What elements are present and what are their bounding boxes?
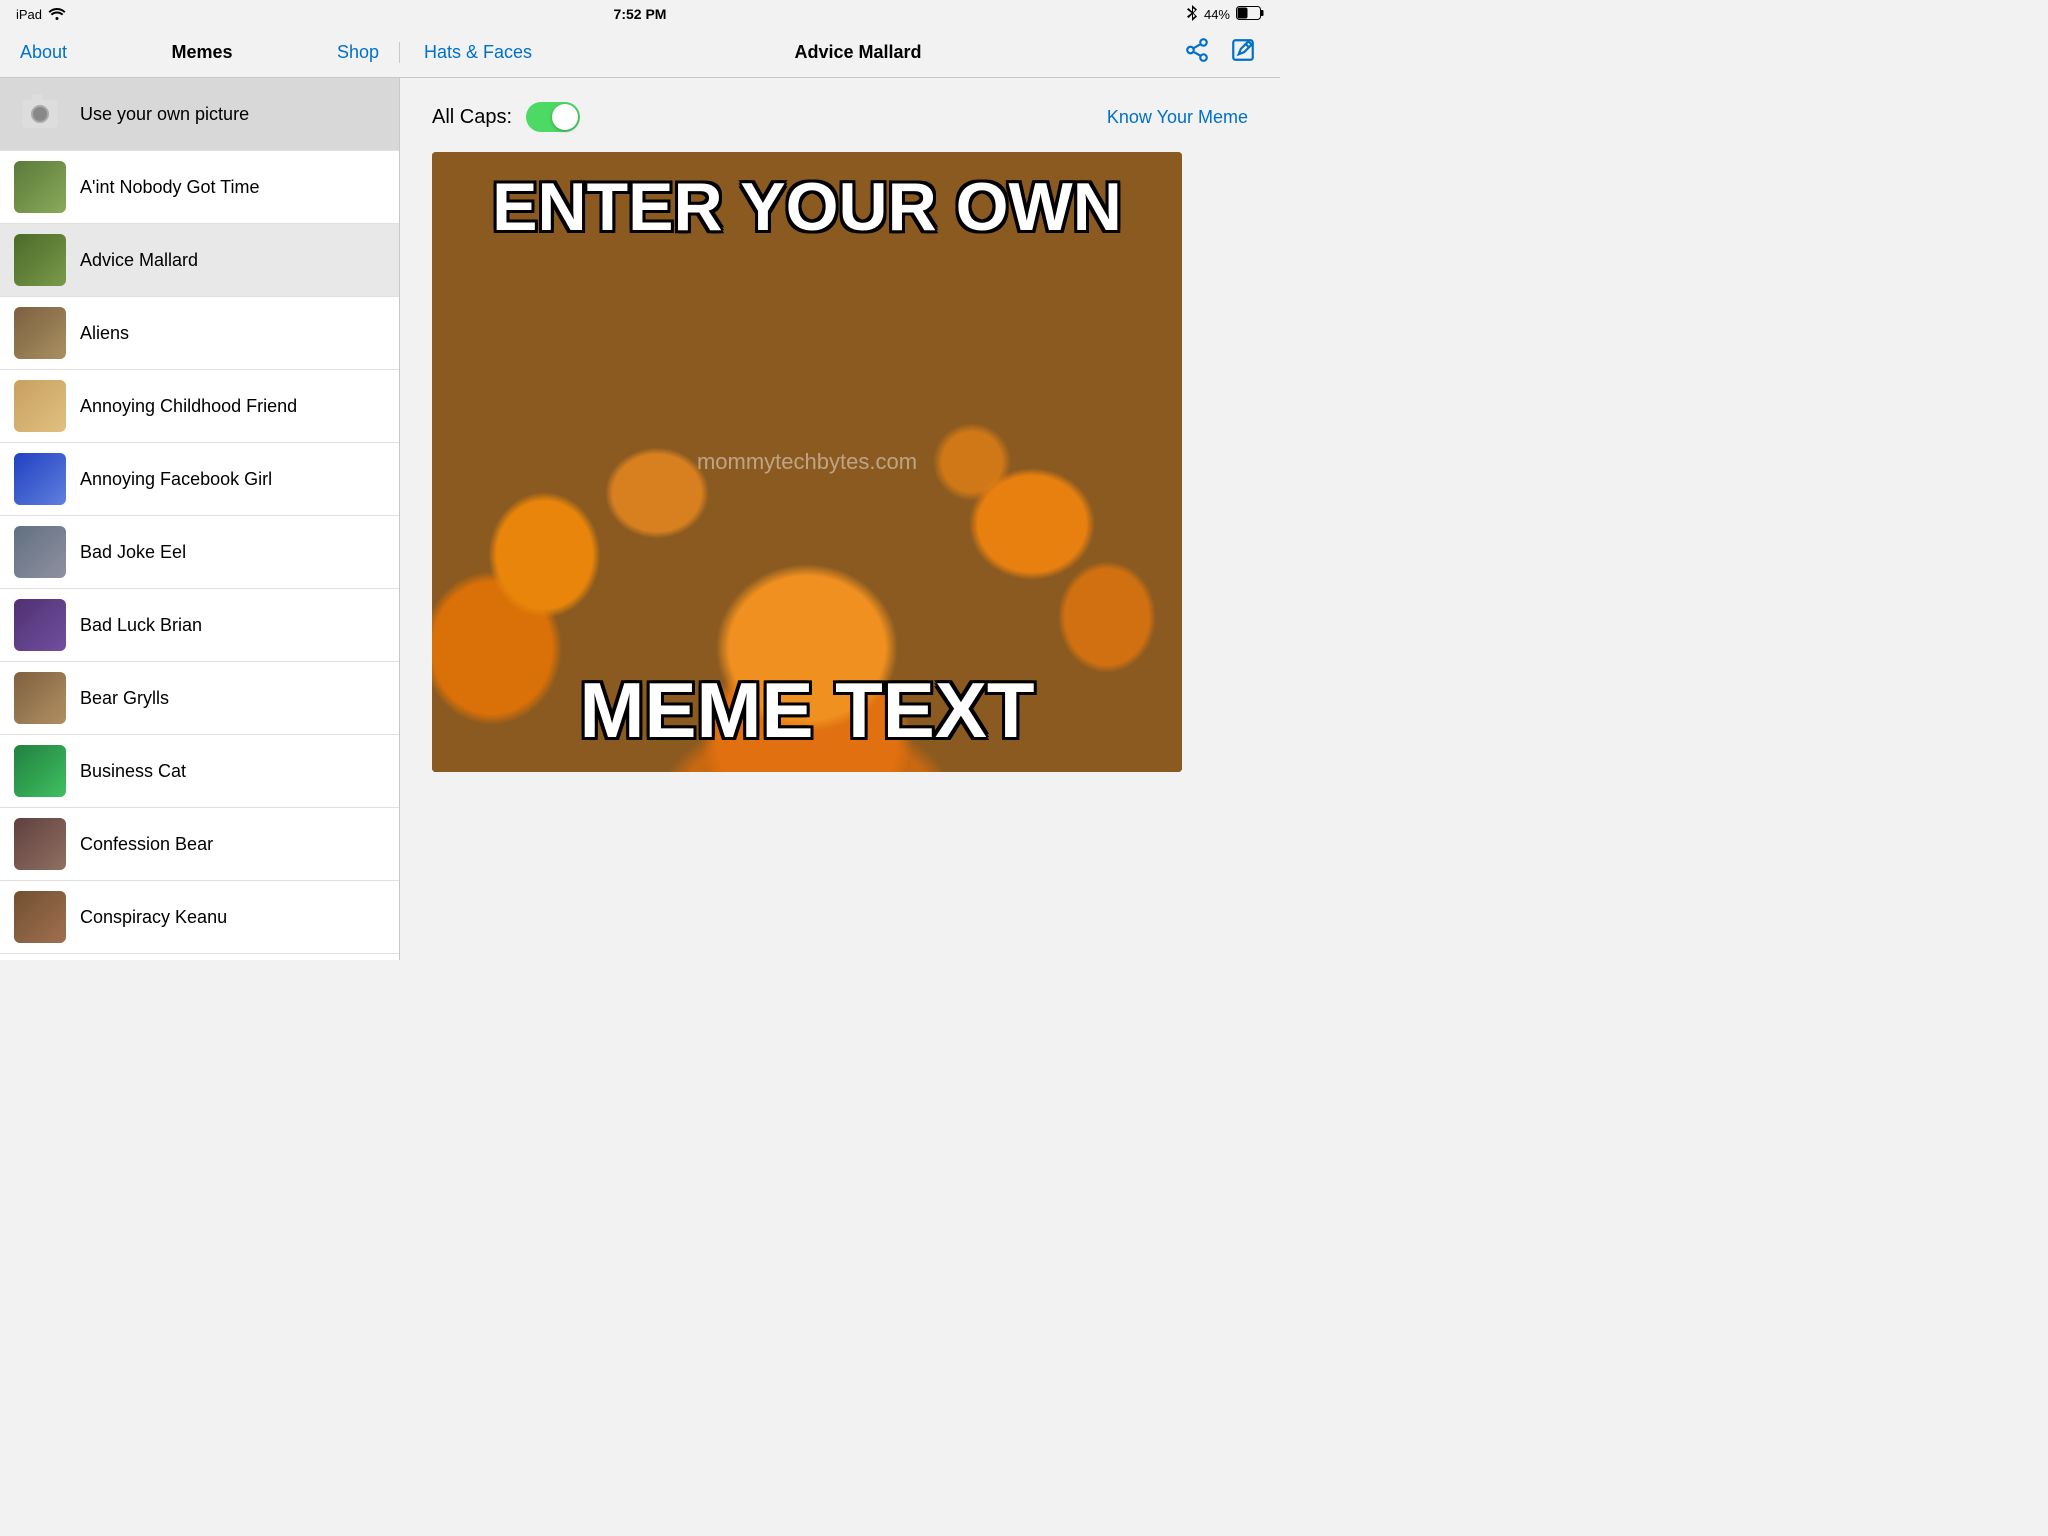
use-own-label: Use your own picture <box>80 104 249 125</box>
meme-image: ENTER YOUR OWN mommytechbytes.com MEME T… <box>432 152 1182 772</box>
sidebar-item-annoying-cf[interactable]: Annoying Childhood Friend <box>0 370 399 443</box>
sidebar-item-aint[interactable]: A'int Nobody Got Time <box>0 151 399 224</box>
sidebar-item-advice-mallard[interactable]: Advice Mallard <box>0 224 399 297</box>
camera-thumb <box>14 88 66 140</box>
business-cat-thumb <box>14 745 66 797</box>
nav-bar: About Memes Shop Hats & Faces Advice Mal… <box>0 28 1280 78</box>
conspiracy-label: Conspiracy Keanu <box>80 907 227 928</box>
sidebar-item-conspiracy-keanu[interactable]: Conspiracy Keanu <box>0 881 399 954</box>
nav-left-section: About Memes Shop <box>0 42 400 63</box>
nav-title: Memes <box>171 42 232 63</box>
share-button[interactable] <box>1184 37 1210 69</box>
bear-thumb <box>14 672 66 724</box>
nav-right-section: Hats & Faces Advice Mallard <box>400 37 1280 69</box>
wifi-icon <box>48 6 66 23</box>
battery-icon <box>1236 6 1264 23</box>
action-icons <box>1184 37 1256 69</box>
annoying-cf-thumb <box>14 380 66 432</box>
status-bar: iPad 7:52 PM 44% <box>0 0 1280 28</box>
sidebar-item-facepalm[interactable]: Facepalm <box>0 954 399 960</box>
bad-joke-label: Bad Joke Eel <box>80 542 186 563</box>
conspiracy-thumb <box>14 891 66 943</box>
hats-faces-button[interactable]: Hats & Faces <box>424 42 532 63</box>
all-caps-label: All Caps: <box>432 106 512 129</box>
sidebar-item-aliens[interactable]: Aliens <box>0 297 399 370</box>
bluetooth-icon <box>1186 5 1198 24</box>
annoying-cf-label: Annoying Childhood Friend <box>80 396 297 417</box>
annoying-fg-thumb <box>14 453 66 505</box>
bear-label: Bear Grylls <box>80 688 169 709</box>
content-area: All Caps: Know Your Meme ENTER YOUR OWN … <box>400 78 1280 960</box>
toggle-knob <box>552 104 578 130</box>
sidebar-item-bad-luck[interactable]: Bad Luck Brian <box>0 589 399 662</box>
sidebar-item-annoying-fg[interactable]: Annoying Facebook Girl <box>0 443 399 516</box>
status-time: 7:52 PM <box>614 6 667 22</box>
battery-percent: 44% <box>1204 7 1230 22</box>
sidebar-item-business-cat[interactable]: Business Cat <box>0 735 399 808</box>
know-your-meme-link[interactable]: Know Your Meme <box>1107 107 1248 128</box>
all-caps-row: All Caps: <box>432 102 580 132</box>
sidebar-item-use-own[interactable]: Use your own picture <box>0 78 399 151</box>
sidebar: Use your own picture A'int Nobody Got Ti… <box>0 78 400 960</box>
meme-top-text: ENTER YOUR OWN <box>492 172 1122 243</box>
camera-icon <box>22 100 58 128</box>
watermark: mommytechbytes.com <box>697 449 917 475</box>
sidebar-item-bear-grylls[interactable]: Bear Grylls <box>0 662 399 735</box>
bad-joke-thumb <box>14 526 66 578</box>
confession-label: Confession Bear <box>80 834 213 855</box>
advice-label: Advice Mallard <box>80 250 198 271</box>
aint-thumb <box>14 161 66 213</box>
status-right: 44% <box>1186 5 1264 24</box>
device-label: iPad <box>16 7 42 22</box>
business-cat-label: Business Cat <box>80 761 186 782</box>
shop-button[interactable]: Shop <box>337 42 379 63</box>
main-content: Use your own picture A'int Nobody Got Ti… <box>0 78 1280 960</box>
sidebar-item-bad-joke[interactable]: Bad Joke Eel <box>0 516 399 589</box>
confession-thumb <box>14 818 66 870</box>
meme-bottom-text: MEME TEXT <box>579 670 1034 752</box>
all-caps-toggle[interactable] <box>526 102 580 132</box>
aliens-label: Aliens <box>80 323 129 344</box>
meme-container: ENTER YOUR OWN mommytechbytes.com MEME T… <box>432 152 1182 772</box>
bad-luck-label: Bad Luck Brian <box>80 615 202 636</box>
aint-label: A'int Nobody Got Time <box>80 177 260 198</box>
advice-thumb <box>14 234 66 286</box>
content-header: All Caps: Know Your Meme <box>432 102 1248 132</box>
status-left: iPad <box>16 6 66 23</box>
page-title: Advice Mallard <box>795 42 922 63</box>
bad-luck-thumb <box>14 599 66 651</box>
sidebar-item-confession-bear[interactable]: Confession Bear <box>0 808 399 881</box>
aliens-thumb <box>14 307 66 359</box>
about-button[interactable]: About <box>20 42 67 63</box>
edit-button[interactable] <box>1230 37 1256 69</box>
annoying-fg-label: Annoying Facebook Girl <box>80 469 272 490</box>
